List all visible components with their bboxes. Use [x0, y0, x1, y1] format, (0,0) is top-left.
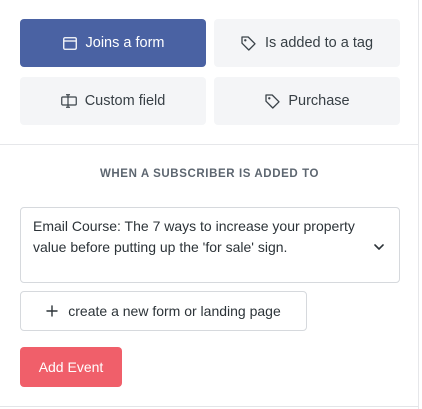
event-trigger-panel: Joins a form Is added to a tag Custom fi… — [0, 0, 419, 409]
chevron-down-icon — [373, 240, 385, 252]
section-heading: WHEN A SUBSCRIBER IS ADDED TO — [99, 168, 320, 180]
trigger-is-added-to-a-tag[interactable]: Is added to a tag — [214, 19, 400, 67]
tag-icon — [241, 35, 257, 51]
trigger-label: Purchase — [288, 93, 350, 109]
create-new-form-label: create a new form or landing page — [68, 303, 281, 319]
bottom-border — [0, 406, 419, 407]
section-divider — [0, 144, 419, 145]
trigger-joins-a-form[interactable]: Joins a form — [20, 19, 206, 67]
trigger-label: Is added to a tag — [264, 35, 374, 51]
trigger-label: Joins a form — [85, 35, 165, 51]
add-event-button[interactable]: Add Event — [20, 347, 122, 387]
create-new-form-button[interactable]: create a new form or landing page — [20, 291, 307, 331]
custom-field-icon — [60, 93, 77, 109]
trigger-custom-field[interactable]: Custom field — [20, 77, 206, 125]
purchase-tag-icon — [264, 93, 280, 109]
form-icon — [62, 35, 78, 51]
trigger-purchase[interactable]: Purchase — [214, 77, 400, 125]
form-select-value: Email Course: The 7 ways to increase you… — [33, 218, 355, 255]
plus-icon — [46, 305, 58, 317]
form-select[interactable]: Email Course: The 7 ways to increase you… — [20, 207, 400, 283]
trigger-label: Custom field — [84, 93, 166, 109]
